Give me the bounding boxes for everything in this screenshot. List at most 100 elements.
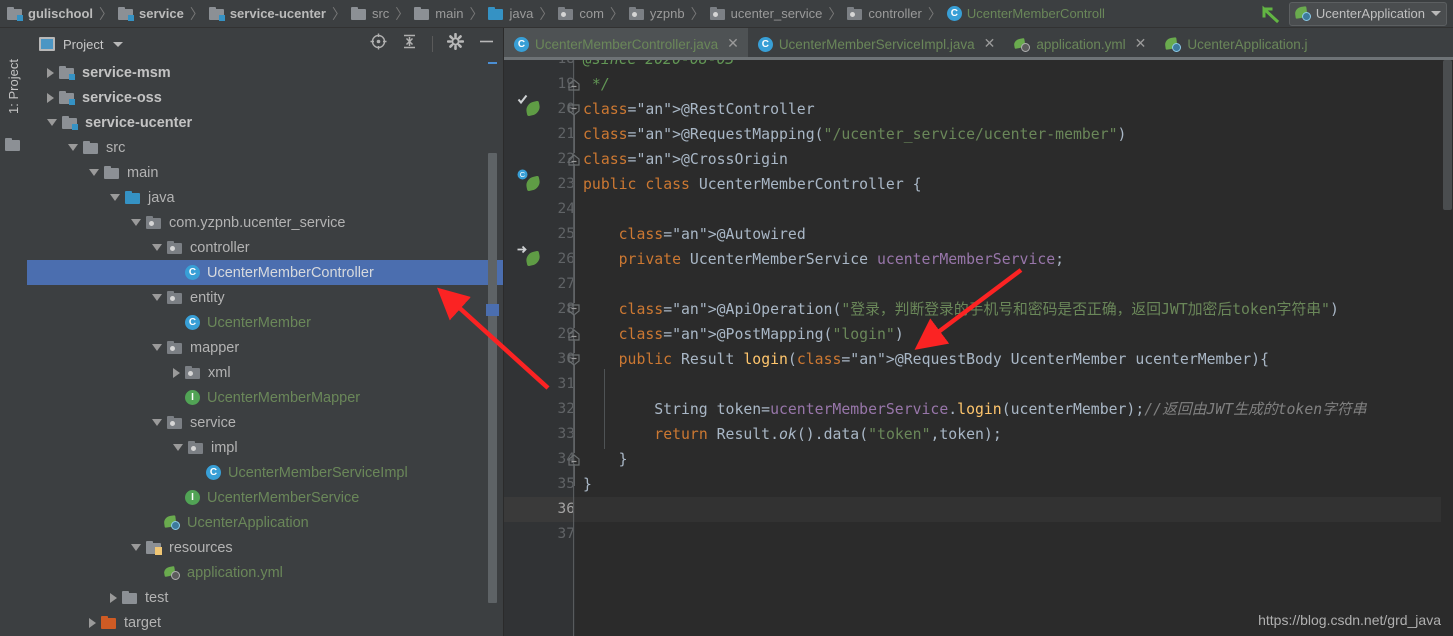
spring-autowired-icon[interactable] (517, 245, 543, 268)
breadcrumb-item-label: src (371, 6, 390, 21)
chevron-down-icon[interactable] (110, 194, 120, 201)
breadcrumb-item-gulischool[interactable]: gulischool (6, 0, 94, 28)
tree-item-selected[interactable]: C UcenterMemberController (27, 260, 503, 285)
left-tool-window-bar: 1: Project (0, 28, 28, 636)
sidebar-item-project-tab[interactable]: 1: Project (0, 38, 27, 134)
code-line[interactable]: @since 2020-08-03 (583, 60, 734, 72)
tree-item[interactable]: com.yzpnb.ucenter_service (27, 210, 503, 235)
tree-item[interactable]: I UcenterMemberMapper (27, 385, 503, 410)
tree-item[interactable]: java (27, 185, 503, 210)
code-line[interactable]: String token=ucenterMemberService.login(… (583, 397, 1366, 422)
locate-in-tree-icon[interactable] (370, 33, 387, 55)
breadcrumb-item-ucenter-service[interactable]: ucenter_service (709, 0, 824, 28)
tree-item[interactable]: C UcenterMemberServiceImpl (27, 460, 503, 485)
tree-item[interactable]: controller (27, 235, 503, 260)
close-icon[interactable]: ✕ (1135, 37, 1147, 51)
breadcrumb-item-service-ucenter[interactable]: service-ucenter (208, 0, 327, 28)
breadcrumb-item-java[interactable]: java (487, 0, 534, 28)
chevron-right-icon[interactable] (89, 617, 96, 628)
tree-item[interactable]: service (27, 410, 503, 435)
chevron-down-icon[interactable] (152, 244, 162, 251)
spring-bean-check-icon[interactable] (517, 94, 543, 118)
spring-bean-class-icon[interactable]: C (517, 169, 543, 193)
tree-item[interactable]: impl (27, 435, 503, 460)
code-line[interactable]: } (583, 447, 628, 472)
tree-item[interactable]: main (27, 160, 503, 185)
breadcrumb-item-label: controller (868, 6, 922, 21)
breadcrumb-item-com[interactable]: com (557, 0, 605, 28)
breadcrumb-separator-icon: 〉 (539, 6, 554, 23)
tree-item[interactable]: test (27, 585, 503, 610)
breadcrumb-item-ucentermembercontroll[interactable]: C UcenterMemberControll (946, 0, 1106, 28)
breadcrumb-item-controller[interactable]: controller (846, 0, 922, 28)
editor-scrollbar-thumb[interactable] (1443, 60, 1452, 210)
green-back-arrow-icon[interactable] (1259, 3, 1281, 25)
tree-item[interactable]: mapper (27, 335, 503, 360)
chevron-down-icon[interactable] (131, 219, 141, 226)
code-line[interactable]: return Result.ok().data("token",token); (583, 422, 1001, 447)
tree-item[interactable]: target (27, 610, 503, 635)
chevron-down-icon[interactable] (47, 119, 57, 126)
breadcrumb-item-main[interactable]: main (413, 0, 464, 28)
chevron-down-icon[interactable] (173, 444, 183, 451)
editor-gutter[interactable]: 1819202122232425262728293031323334353637 (504, 60, 575, 636)
code-line[interactable]: class="an">@RestController (583, 97, 815, 122)
chevron-down-icon[interactable] (1431, 11, 1441, 16)
chevron-right-icon[interactable] (173, 367, 180, 378)
tree-item[interactable]: UcenterApplication (27, 510, 503, 535)
code-folding-strip[interactable] (566, 60, 582, 636)
code-line[interactable]: class="an">@PostMapping("login") (583, 322, 904, 347)
editor-tab[interactable]: C UcenterMemberServiceImpl.java ✕ (748, 28, 1005, 60)
code-line[interactable]: private UcenterMemberService ucenterMemb… (583, 247, 1064, 272)
settings-gear-icon[interactable] (446, 32, 465, 55)
editor-tab-active[interactable]: C UcenterMemberController.java ✕ (504, 28, 748, 60)
tree-item[interactable]: application.yml (27, 560, 503, 585)
chevron-down-icon[interactable] (89, 169, 99, 176)
close-icon[interactable]: ✕ (727, 37, 739, 51)
collapse-all-icon[interactable] (401, 33, 418, 55)
tree-item[interactable]: resources (27, 535, 503, 560)
tree-item[interactable]: src (27, 135, 503, 160)
tree-item[interactable]: service-ucenter (27, 110, 503, 135)
code-line[interactable]: class="an">@RequestMapping("/ucenter_ser… (583, 122, 1126, 147)
breadcrumb-item-yzpnb[interactable]: yzpnb (628, 0, 686, 28)
chevron-down-icon[interactable] (68, 144, 78, 151)
hide-panel-icon[interactable] (478, 33, 495, 55)
code-line[interactable]: class="an">@ApiOperation("登录，判断登录的手机号和密码… (583, 297, 1339, 322)
breadcrumb-item-src[interactable]: src (350, 0, 390, 28)
tree-item[interactable]: service-msm (27, 60, 503, 85)
code-line[interactable]: */ (583, 72, 610, 97)
code-line[interactable]: class="an">@CrossOrigin (583, 147, 788, 172)
fold-marker-end[interactable] (568, 78, 580, 91)
editor-tab[interactable]: UcenterApplication.j (1155, 28, 1325, 60)
chevron-down-icon[interactable] (152, 294, 162, 301)
editor-tab[interactable]: application.yml ✕ (1004, 28, 1155, 60)
yaml-spring-icon (1013, 37, 1031, 52)
editor-tab-bar: C UcenterMemberController.java ✕ C UcenterMe… (504, 28, 1453, 60)
editor-scrollbar[interactable] (1441, 60, 1453, 636)
code-line[interactable]: public class UcenterMemberController { (583, 172, 922, 197)
chevron-right-icon[interactable] (110, 592, 117, 603)
project-tree[interactable]: service-msm service-oss service-ucenter src… (27, 60, 503, 636)
chevron-down-icon[interactable] (113, 41, 124, 47)
code-line[interactable]: class="an">@Autowired (583, 222, 806, 247)
tree-item[interactable]: service-oss (27, 85, 503, 110)
breadcrumb-separator-icon: 〉 (469, 6, 484, 23)
code-editor[interactable]: 1819202122232425262728293031323334353637… (504, 60, 1453, 636)
chevron-down-icon[interactable] (131, 544, 141, 551)
chevron-down-icon[interactable] (152, 344, 162, 351)
chevron-down-icon[interactable] (152, 419, 162, 426)
code-line[interactable]: } (583, 472, 592, 497)
tree-item[interactable]: entity (27, 285, 503, 310)
project-scrollbar-thumb[interactable] (488, 153, 497, 603)
tree-item-label: service-oss (82, 89, 162, 106)
tree-item[interactable]: C UcenterMember (27, 310, 503, 335)
run-configuration-selector[interactable]: UcenterApplication (1288, 1, 1447, 26)
code-line[interactable]: public Result login(class="an">@RequestB… (583, 347, 1269, 372)
breadcrumb-item-service[interactable]: service (117, 0, 185, 28)
close-icon[interactable]: ✕ (984, 37, 996, 51)
tree-item[interactable]: I UcenterMemberService (27, 485, 503, 510)
chevron-right-icon[interactable] (47, 67, 54, 78)
tree-item[interactable]: xml (27, 360, 503, 385)
chevron-right-icon[interactable] (47, 92, 54, 103)
